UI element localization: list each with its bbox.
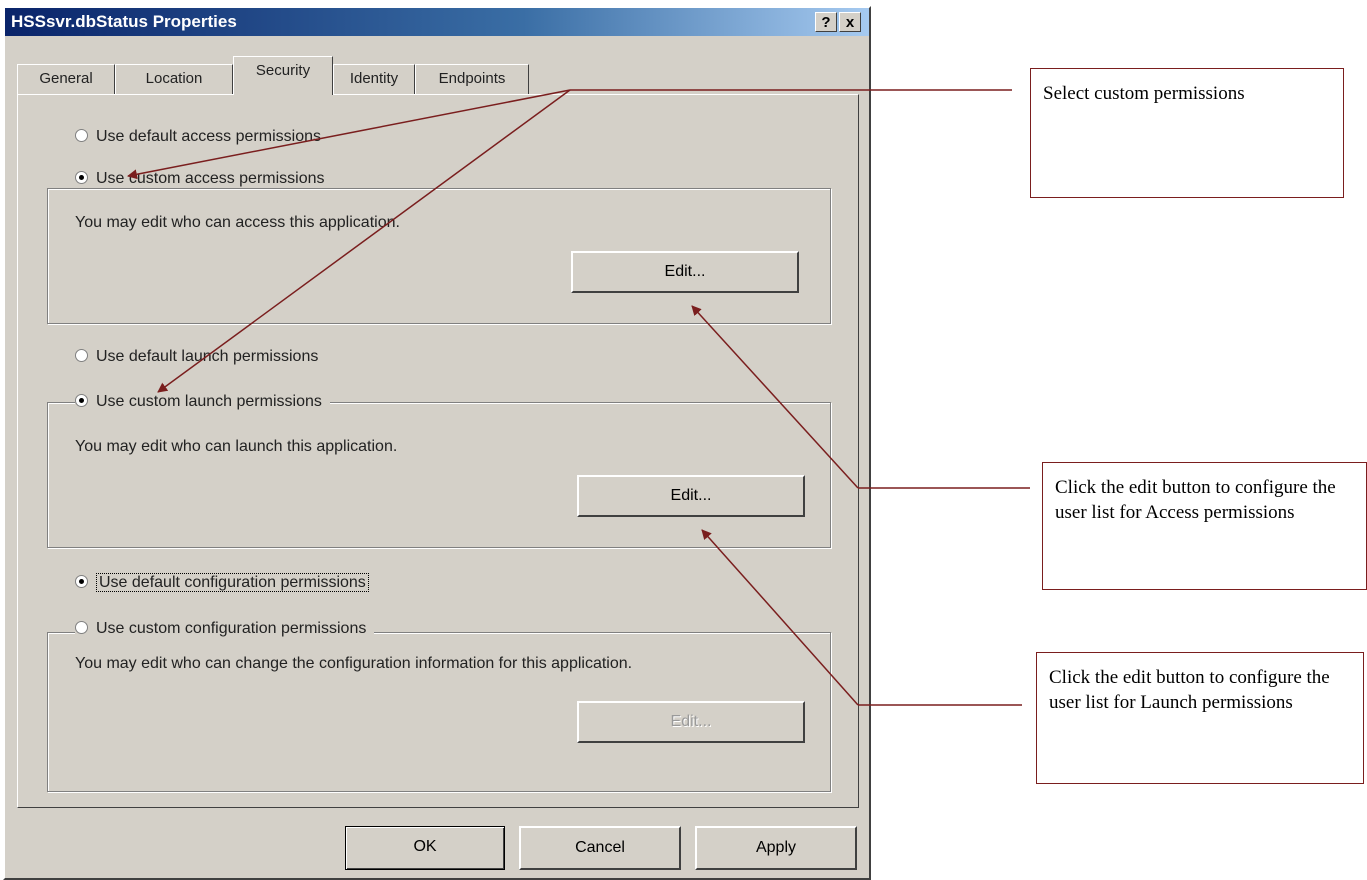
tab-security[interactable]: Security [233,56,333,95]
callout-select-custom: Select custom permissions [1030,68,1344,198]
callout-access-edit: Click the edit button to configure the u… [1042,462,1367,590]
arrow-to-custom-access [127,89,571,180]
callout-launch-edit: Click the edit button to configure the u… [1036,652,1364,784]
arrow-to-access-edit [691,305,859,489]
arrow-to-launch-edit [701,529,859,706]
arrow-to-custom-launch [157,89,571,393]
